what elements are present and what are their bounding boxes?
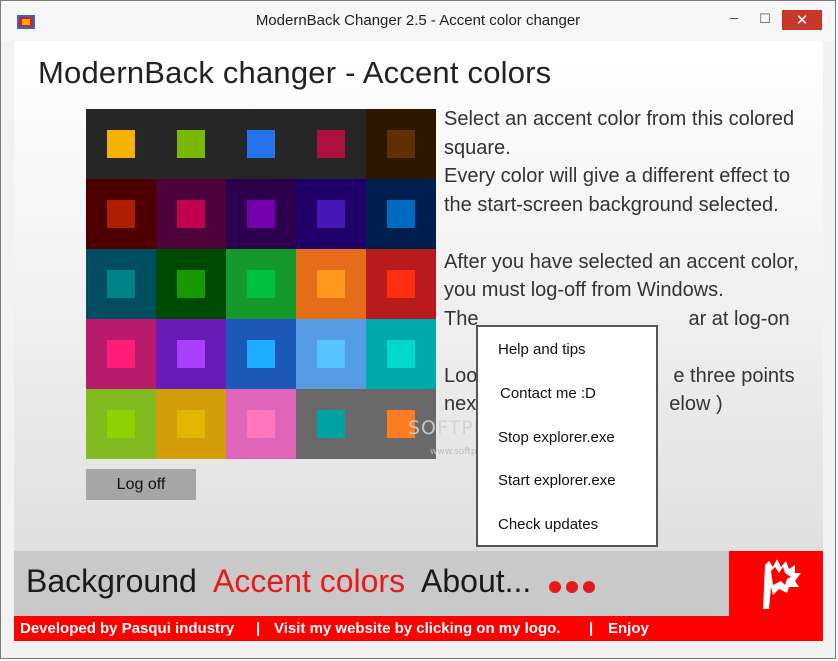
accent-color-swatch [387, 270, 415, 298]
accent-color-swatch [177, 410, 205, 438]
accent-color-swatch [107, 340, 135, 368]
footer-enjoy: Enjoy [608, 620, 649, 637]
accent-color-cell[interactable] [86, 109, 156, 179]
accent-color-swatch [247, 130, 275, 158]
description-p4-end: ar at log-on [688, 307, 790, 330]
close-button[interactable]: ✕ [782, 10, 822, 30]
accent-color-cell[interactable] [156, 109, 226, 179]
accent-color-cell[interactable] [296, 179, 366, 249]
client-area: ModernBack changer - Accent colors Selec… [14, 41, 823, 641]
accent-color-cell[interactable] [366, 319, 436, 389]
accent-color-cell[interactable] [366, 249, 436, 319]
accent-color-swatch [317, 270, 345, 298]
page-title: ModernBack changer - Accent colors [38, 55, 552, 90]
app-window: ModernBack Changer 2.5 - Accent color ch… [0, 0, 836, 659]
pasqui-logo-icon [763, 559, 801, 609]
navigation-bar: Background Accent colors About... [14, 551, 823, 616]
accent-color-swatch [107, 130, 135, 158]
accent-color-cell[interactable] [226, 109, 296, 179]
accent-color-cell[interactable] [366, 179, 436, 249]
accent-color-cell[interactable] [156, 179, 226, 249]
accent-color-swatch [317, 410, 345, 438]
accent-color-cell[interactable] [296, 249, 366, 319]
accent-color-cell[interactable] [156, 389, 226, 459]
accent-color-swatch [107, 270, 135, 298]
description-paragraph-3: After you have selected an accent color,… [444, 250, 799, 302]
more-options-icon[interactable] [549, 581, 599, 593]
accent-color-cell[interactable] [86, 249, 156, 319]
accent-color-cell[interactable] [226, 389, 296, 459]
description-p6-end: elow ) [669, 393, 723, 415]
accent-color-swatch [247, 200, 275, 228]
accent-color-swatch [177, 340, 205, 368]
accent-color-swatch [247, 410, 275, 438]
footer-separator-2: | [589, 620, 594, 637]
description-p4-start: The [444, 307, 479, 330]
accent-color-cell[interactable] [86, 389, 156, 459]
accent-color-swatch [387, 130, 415, 158]
menu-item-help[interactable]: Help and tips [498, 341, 586, 358]
accent-color-cell[interactable] [296, 319, 366, 389]
description-p5-start: Loo [444, 364, 478, 387]
description-paragraph-2: Every color will give a different effect… [444, 165, 791, 216]
accent-color-cell[interactable] [366, 109, 436, 179]
accent-color-cell[interactable] [86, 319, 156, 389]
accent-color-cell[interactable] [86, 179, 156, 249]
accent-color-swatch [387, 200, 415, 228]
accent-color-swatch [317, 200, 345, 228]
accent-color-swatch [107, 200, 135, 228]
minimize-button[interactable]: ─ [720, 10, 748, 30]
accent-color-swatch [177, 270, 205, 298]
footer-website: Visit my website by clicking on my logo. [274, 620, 561, 637]
nav-background[interactable]: Background [26, 563, 197, 600]
accent-color-swatch [177, 130, 205, 158]
accent-color-cell[interactable] [226, 179, 296, 249]
accent-color-cell[interactable] [226, 319, 296, 389]
menu-item-check-updates[interactable]: Check updates [498, 516, 598, 533]
accent-color-swatch [177, 200, 205, 228]
accent-color-swatch [247, 340, 275, 368]
accent-color-cell[interactable] [296, 109, 366, 179]
accent-color-grid [86, 109, 436, 459]
menu-item-stop-explorer[interactable]: Stop explorer.exe [498, 429, 615, 446]
accent-color-swatch [107, 410, 135, 438]
footer-bar: Developed by Pasqui industry | Visit my … [14, 616, 823, 641]
accent-color-cell[interactable] [296, 389, 366, 459]
pasqui-logo[interactable] [729, 551, 823, 616]
accent-color-swatch [317, 340, 345, 368]
title-bar[interactable]: ModernBack Changer 2.5 - Accent color ch… [1, 1, 835, 41]
nav-about[interactable]: About... [421, 563, 531, 600]
description-p6-start: nex [444, 393, 477, 415]
footer-separator-1: | [256, 620, 261, 637]
description-p5-end: e three points [673, 364, 795, 387]
footer-developed: Developed by Pasqui industry [20, 620, 235, 637]
window-title: ModernBack Changer 2.5 - Accent color ch… [255, 12, 581, 29]
accent-color-swatch [387, 340, 415, 368]
log-off-button[interactable]: Log off [86, 469, 196, 500]
menu-item-start-explorer[interactable]: Start explorer.exe [498, 472, 616, 489]
description-paragraph-1: Select an accent color from this colored… [444, 108, 795, 159]
accent-color-swatch [247, 270, 275, 298]
accent-color-cell[interactable] [156, 249, 226, 319]
menu-item-contact[interactable]: Contact me :D [500, 385, 596, 402]
accent-color-swatch [317, 130, 345, 158]
accent-color-cell[interactable] [156, 319, 226, 389]
accent-color-cell[interactable] [226, 249, 296, 319]
context-menu: Help and tips Contact me :D Stop explore… [476, 325, 658, 547]
nav-accent-colors[interactable]: Accent colors [213, 563, 405, 600]
maximize-button[interactable]: ☐ [751, 10, 779, 30]
